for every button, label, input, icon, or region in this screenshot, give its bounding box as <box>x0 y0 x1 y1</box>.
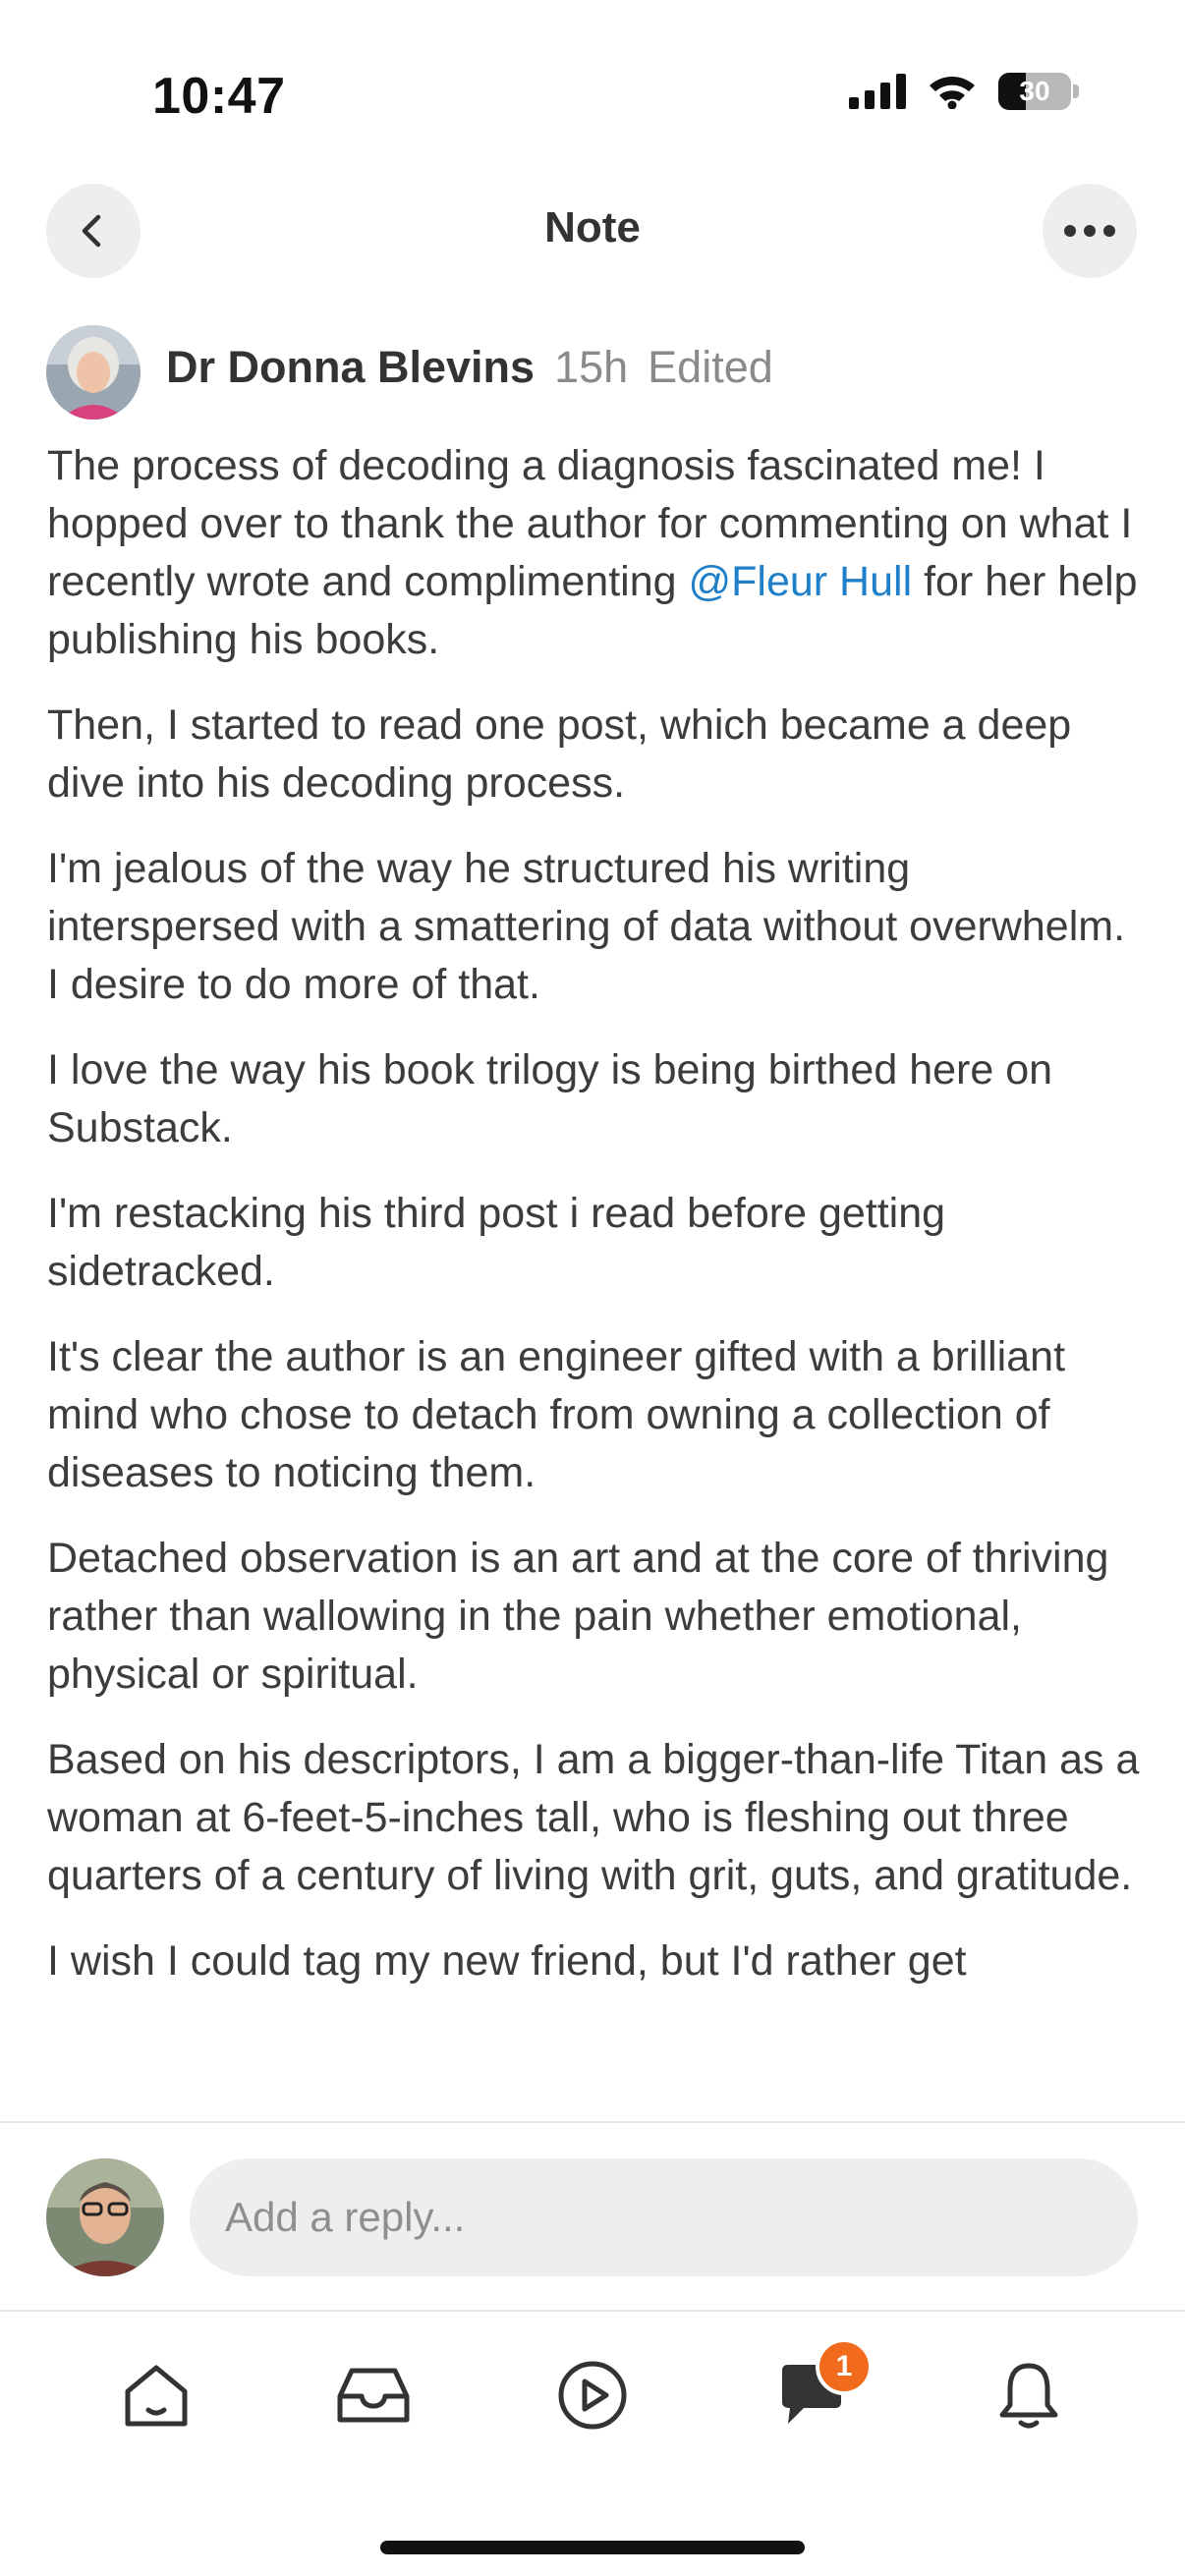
chat-badge: 1 <box>816 2338 873 2395</box>
play-icon <box>558 2361 627 2430</box>
paragraph-8: Based on his descriptors, I am a bigger-… <box>47 1736 1140 1899</box>
cellular-signal-icon <box>849 74 906 109</box>
page-title: Note <box>544 203 641 252</box>
paragraph-2: Then, I started to read one post, which … <box>47 701 1072 807</box>
divider <box>0 2121 1185 2123</box>
status-icons: 30 <box>849 73 1079 110</box>
paragraph-1: The process of decoding a diagnosis fasc… <box>47 442 1138 663</box>
paragraph-4: I love the way his book trilogy is being… <box>47 1046 1053 1151</box>
author-name[interactable]: Dr Donna Blevins <box>166 342 535 393</box>
mention-link[interactable]: @Fleur Hull <box>688 558 912 605</box>
battery-icon: 30 <box>998 73 1079 110</box>
tab-video[interactable] <box>550 2353 635 2437</box>
paragraph-7: Detached observation is an art and at th… <box>47 1535 1109 1698</box>
paragraph-6: It's clear the author is an engineer gif… <box>47 1333 1066 1496</box>
bell-icon <box>999 2363 1058 2429</box>
tab-notifications[interactable] <box>987 2353 1071 2437</box>
paragraph-5: I'm restacking his third post i read bef… <box>47 1190 946 1295</box>
inbox-icon <box>337 2368 410 2423</box>
home-indicator <box>380 2541 805 2554</box>
home-icon <box>125 2365 188 2427</box>
paragraph-3: I'm jealous of the way he structured his… <box>47 845 1126 1008</box>
reply-input[interactable] <box>190 2158 1138 2276</box>
user-avatar[interactable] <box>46 2158 164 2276</box>
battery-percent: 30 <box>1019 76 1050 106</box>
author-row: Dr Donna Blevins 15h Edited <box>166 342 773 393</box>
tab-inbox[interactable] <box>331 2353 416 2437</box>
author-avatar[interactable] <box>46 325 141 420</box>
more-dots-icon <box>1064 225 1115 237</box>
note-body: The process of decoding a diagnosis fasc… <box>47 437 1143 2112</box>
tab-bar-divider <box>0 2310 1185 2312</box>
edited-label: Edited <box>648 342 773 392</box>
tab-home[interactable] <box>114 2353 198 2437</box>
more-options-button[interactable] <box>1043 184 1137 278</box>
wifi-icon <box>930 77 975 109</box>
status-time: 10:47 <box>152 68 286 125</box>
post-timestamp: 15h <box>554 342 629 392</box>
paragraph-9: I wish I could tag my new friend, but I'… <box>47 1937 967 1985</box>
